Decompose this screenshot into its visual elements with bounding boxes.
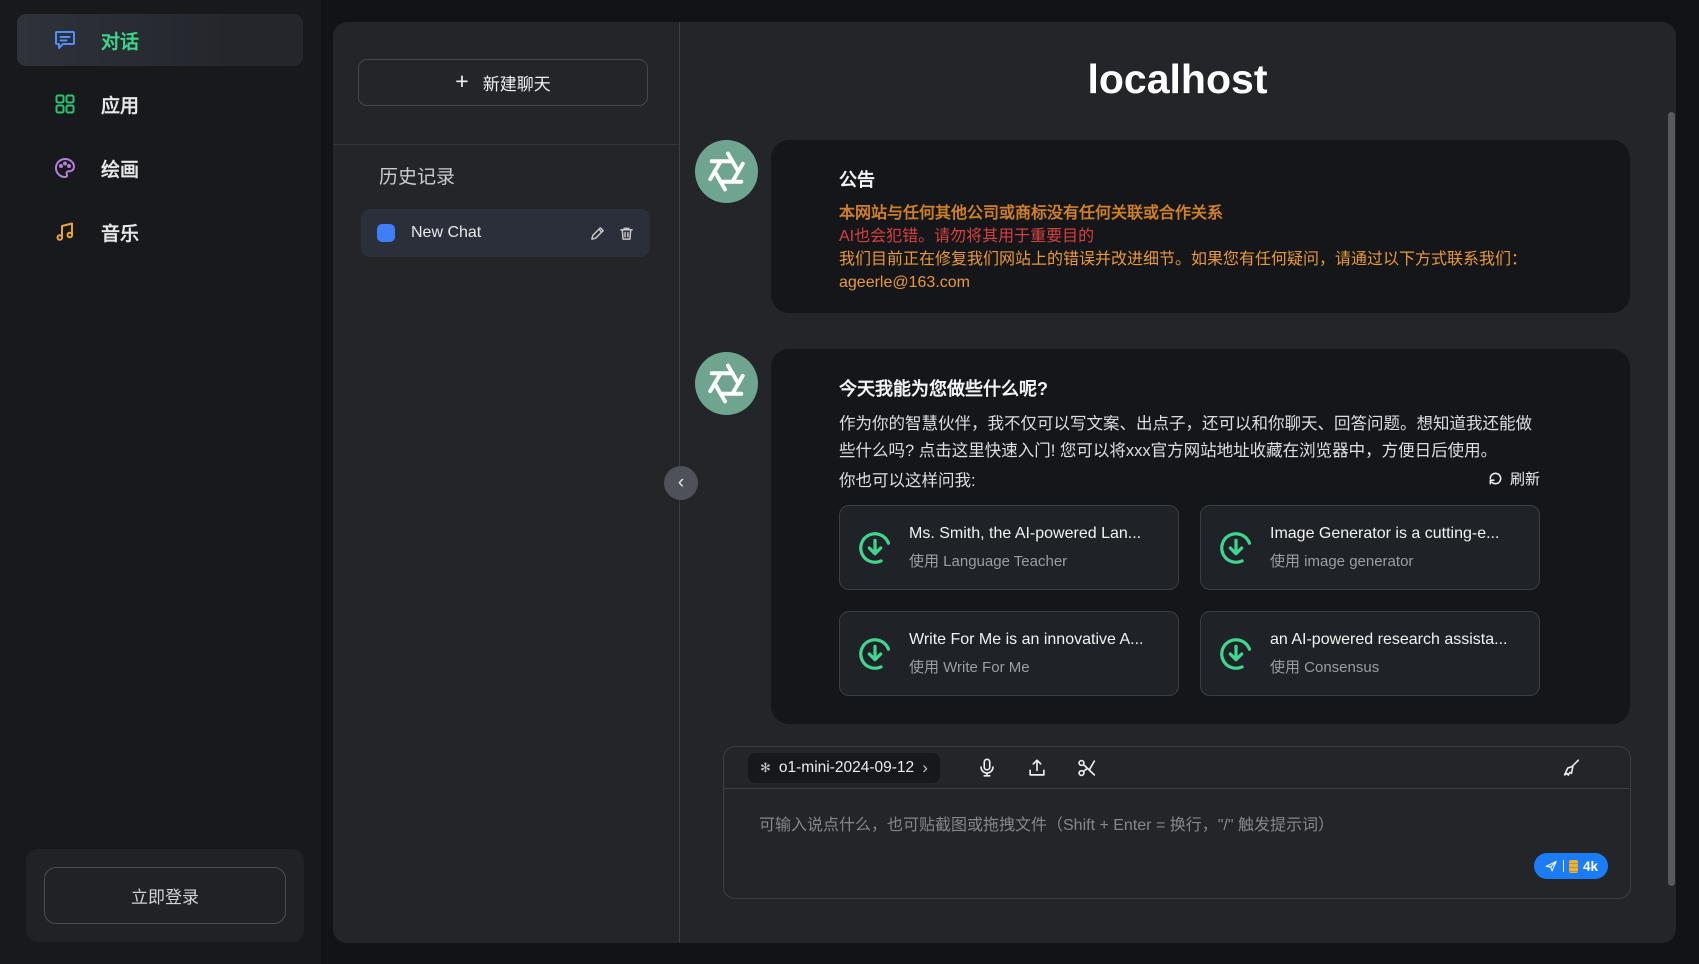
suggestion-title: Write For Me is an innovative A... bbox=[909, 631, 1143, 649]
suggestion-title: Ms. Smith, the AI-powered Lan... bbox=[909, 525, 1141, 543]
contact-email-link[interactable]: ageerle@163.com bbox=[839, 271, 1590, 294]
welcome-body: 作为你的智慧伙伴，我不仅可以写文案、出点子，还可以和你聊天、回答问题。想知道我还… bbox=[839, 411, 1545, 465]
suggestion-subtitle: 使用 Write For Me bbox=[909, 656, 1143, 677]
model-name: o1-mini-2024-09-12 bbox=[779, 759, 914, 777]
suggestion-card[interactable]: Image Generator is a cutting-e... 使用 ima… bbox=[1200, 505, 1540, 590]
sidebar-item-chat[interactable]: 对话 bbox=[17, 14, 303, 66]
history-item-actions bbox=[590, 226, 634, 241]
ask-label: 你也可以这样问我: bbox=[839, 467, 976, 491]
main-panel: + 新建聊天 历史记录 New Chat localhost bbox=[333, 22, 1676, 943]
history-divider bbox=[333, 144, 679, 145]
chatgpt-logo-icon bbox=[695, 140, 758, 203]
refresh-icon bbox=[1488, 471, 1503, 486]
arrow-down-circle-icon bbox=[1217, 635, 1255, 673]
model-selector[interactable]: ✻ o1-mini-2024-09-12 › bbox=[748, 753, 940, 783]
welcome-message: 今天我能为您做些什么呢? 作为你的智慧伙伴，我不仅可以写文案、出点子，还可以和你… bbox=[771, 349, 1630, 724]
login-button[interactable]: 立即登录 bbox=[44, 867, 286, 924]
arrow-down-circle-icon bbox=[856, 529, 894, 567]
sidebar-item-label: 对话 bbox=[101, 27, 139, 54]
announcement-message: 公告 本网站与任何其他公司或商标没有任何关联或合作关系 AI也会犯错。请勿将其用… bbox=[771, 140, 1630, 313]
grid-icon bbox=[53, 92, 77, 116]
scrollbar[interactable] bbox=[1668, 112, 1675, 886]
suggestion-text: Image Generator is a cutting-e... 使用 ima… bbox=[1270, 525, 1499, 571]
plus-icon: + bbox=[455, 68, 468, 95]
announcement-heading: 公告 bbox=[839, 166, 1590, 192]
page-title: localhost bbox=[679, 56, 1676, 103]
sparkle-icon: ✻ bbox=[760, 760, 771, 776]
suggestion-subtitle: 使用 Consensus bbox=[1270, 656, 1507, 677]
input-placeholder: 可输入说点什么，也可贴截图或拖拽文件（Shift + Enter = 换行，"/… bbox=[759, 811, 1334, 835]
refresh-label: 刷新 bbox=[1510, 468, 1540, 489]
new-chat-label: 新建聊天 bbox=[483, 70, 551, 95]
sidebar-item-label: 音乐 bbox=[101, 219, 139, 246]
screenshot-scissors-icon[interactable] bbox=[1076, 757, 1098, 779]
chevron-right-icon: › bbox=[922, 758, 928, 778]
chat-color-swatch bbox=[377, 224, 395, 242]
edit-icon[interactable] bbox=[590, 226, 605, 241]
send-plane-icon bbox=[1544, 859, 1558, 873]
send-button[interactable]: 4k bbox=[1534, 853, 1608, 879]
music-note-icon bbox=[53, 220, 77, 244]
arrow-down-circle-icon bbox=[856, 635, 894, 673]
suggestion-text: an AI-powered research assista... 使用 Con… bbox=[1270, 631, 1507, 677]
suggestion-card[interactable]: Ms. Smith, the AI-powered Lan... 使用 Lang… bbox=[839, 505, 1179, 590]
assistant-avatar bbox=[695, 140, 758, 203]
refresh-button[interactable]: 刷新 bbox=[1488, 468, 1540, 489]
sidebar-item-drawing[interactable]: 绘画 bbox=[17, 142, 303, 194]
microphone-icon[interactable] bbox=[976, 757, 998, 779]
suggestion-title: an AI-powered research assista... bbox=[1270, 631, 1507, 649]
announcement-line: AI也会犯错。请勿将其用于重要目的 bbox=[839, 225, 1590, 248]
token-coin-icon bbox=[1569, 860, 1578, 873]
history-item[interactable]: New Chat bbox=[361, 209, 650, 257]
composer-toolbar: ✻ o1-mini-2024-09-12 › bbox=[724, 747, 1630, 789]
upload-icon[interactable] bbox=[1026, 757, 1048, 779]
login-card: 立即登录 bbox=[26, 849, 304, 942]
clear-context-broom-icon[interactable] bbox=[1560, 757, 1582, 779]
suggestion-grid: Ms. Smith, the AI-powered Lan... 使用 Lang… bbox=[839, 505, 1562, 696]
badge-divider bbox=[1563, 860, 1564, 872]
welcome-heading: 今天我能为您做些什么呢? bbox=[839, 375, 1562, 401]
announcement-line: 本网站与任何其他公司或商标没有任何关联或合作关系 bbox=[839, 202, 1590, 225]
sidebar-item-label: 绘画 bbox=[101, 155, 139, 182]
suggestion-subtitle: 使用 Language Teacher bbox=[909, 550, 1141, 571]
suggestion-text: Ms. Smith, the AI-powered Lan... 使用 Lang… bbox=[909, 525, 1141, 571]
message-input[interactable]: 可输入说点什么，也可贴截图或拖拽文件（Shift + Enter = 换行，"/… bbox=[724, 789, 1630, 898]
composer: ✻ o1-mini-2024-09-12 › bbox=[723, 746, 1631, 899]
suggestion-card[interactable]: an AI-powered research assista... 使用 Con… bbox=[1200, 611, 1540, 696]
suggestion-card[interactable]: Write For Me is an innovative A... 使用 Wr… bbox=[839, 611, 1179, 696]
sidebar-item-apps[interactable]: 应用 bbox=[17, 78, 303, 130]
ask-row: 你也可以这样问我: 刷新 bbox=[839, 465, 1540, 492]
suggestion-subtitle: 使用 image generator bbox=[1270, 550, 1499, 571]
new-chat-button[interactable]: + 新建聊天 bbox=[358, 59, 648, 106]
assistant-avatar bbox=[695, 352, 758, 415]
delete-icon[interactable] bbox=[619, 226, 634, 241]
arrow-down-circle-icon bbox=[1217, 529, 1255, 567]
history-title: 历史记录 bbox=[379, 162, 455, 189]
history-item-title: New Chat bbox=[411, 224, 574, 242]
suggestion-title: Image Generator is a cutting-e... bbox=[1270, 525, 1499, 543]
app-window: 对话 应用 绘画 音乐 立即登录 bbox=[0, 0, 1699, 964]
chat-bubble-icon bbox=[53, 28, 77, 52]
suggestion-text: Write For Me is an innovative A... 使用 Wr… bbox=[909, 631, 1143, 677]
sidebar-item-music[interactable]: 音乐 bbox=[17, 206, 303, 258]
sidebar: 对话 应用 绘画 音乐 立即登录 bbox=[0, 0, 321, 964]
collapse-panel-button[interactable]: ‹ bbox=[664, 466, 698, 500]
token-badge: 4k bbox=[1583, 859, 1598, 874]
sidebar-item-label: 应用 bbox=[101, 91, 139, 118]
announcement-line: 我们目前正在修复我们网站上的错误并改进细节。如果您有任何疑问，请通过以下方式联系… bbox=[839, 248, 1590, 271]
chatgpt-logo-icon bbox=[695, 352, 758, 415]
palette-icon bbox=[53, 156, 77, 180]
